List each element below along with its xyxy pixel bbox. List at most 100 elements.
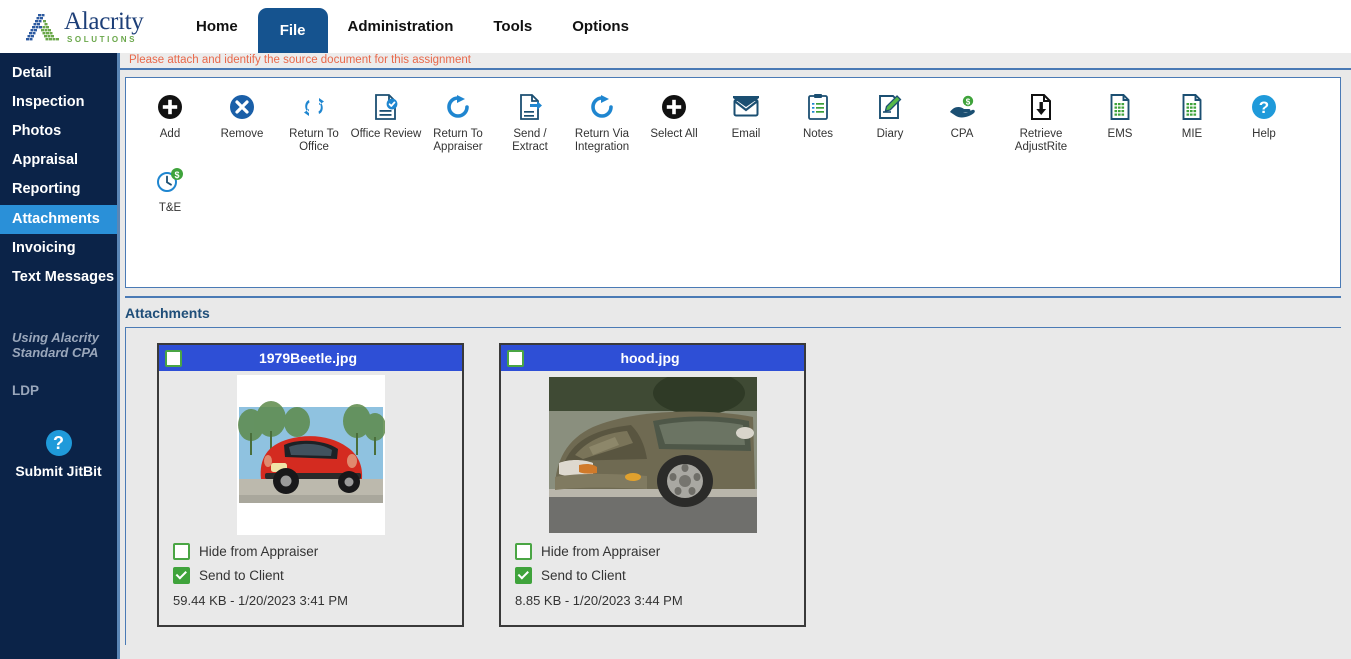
sidebar-item-text-messages[interactable]: Text Messages (0, 263, 117, 292)
toolbar-label: Email (731, 128, 761, 140)
toolbar-label: Remove (220, 128, 264, 140)
clipboard-notes-icon (806, 90, 830, 124)
nav-tab-administration[interactable]: Administration (328, 0, 474, 53)
sidebar-item-inspection[interactable]: Inspection (0, 88, 117, 117)
attachments-section-title: Attachments (125, 305, 210, 321)
toolbar-button-diary[interactable]: Diary (854, 90, 926, 141)
brand-logo[interactable]: Alacrity SOLUTIONS (0, 0, 160, 53)
toolbar-button-notes[interactable]: Notes (782, 90, 854, 141)
toolbar-label: Return To Appraiser (433, 128, 483, 154)
hide-from-appraiser-row[interactable]: Hide from Appraiser (173, 543, 462, 560)
envelope-icon (732, 90, 760, 124)
toolbar-button-select-all[interactable]: Select All (638, 90, 710, 141)
hide-from-appraiser-row[interactable]: Hide from Appraiser (515, 543, 804, 560)
sidebar: Detail Inspection Photos Appraisal Repor… (0, 53, 117, 659)
toolbar-button-retrieve-adjustrite[interactable]: Retrieve AdjustRite (998, 90, 1084, 154)
attachment-select-checkbox[interactable] (507, 349, 524, 367)
attachment-card[interactable]: hood.jpg Hide from Appraiser Send to Cli… (499, 343, 806, 627)
x-circle-blue-icon (229, 90, 255, 124)
nav-tab-file[interactable]: File (257, 8, 328, 53)
nav-tab-home[interactable]: Home (176, 0, 258, 53)
sidebar-item-appraisal[interactable]: Appraisal (0, 146, 117, 175)
sidebar-item-attachments[interactable]: Attachments (0, 204, 117, 234)
nav-tab-options[interactable]: Options (552, 0, 649, 53)
toolbar-label: Add (159, 128, 181, 140)
toolbar-label: Notes (802, 128, 834, 140)
send-to-client-row[interactable]: Send to Client (173, 567, 462, 584)
toolbar-row-primary: Add Remove Return To Office Office Revie… (126, 78, 1340, 154)
toolbar-label: T&E (158, 202, 182, 215)
toolbar-button-cpa[interactable]: $ CPA (926, 90, 998, 141)
toolbar-label: Return To Office (289, 128, 339, 154)
toolbar-button-remove[interactable]: Remove (206, 90, 278, 141)
svg-text:$: $ (174, 170, 179, 180)
toolbar-label: Select All (650, 128, 698, 140)
hide-from-appraiser-label: Hide from Appraiser (199, 544, 319, 559)
damaged-sedan-hood-photo-icon (548, 377, 757, 533)
toolbar-panel: Add Remove Return To Office Office Revie… (125, 77, 1341, 288)
toolbar-label: CPA (950, 128, 974, 140)
green-grid-document-icon (1109, 90, 1131, 124)
toolbar-button-mie[interactable]: MIE (1156, 90, 1228, 141)
alert-message: Please attach and identify the source do… (120, 53, 1351, 70)
submit-jitbit-link[interactable]: Submit JitBit (0, 463, 117, 479)
svg-text:?: ? (1259, 98, 1269, 117)
attachment-filename: 1979Beetle.jpg (258, 350, 358, 366)
toolbar-label: Help (1252, 128, 1276, 140)
toolbar-button-ems[interactable]: EMS (1084, 90, 1156, 141)
nav-tab-tools[interactable]: Tools (473, 0, 552, 53)
toolbar-button-return-to-appraiser[interactable]: Return To Appraiser (422, 90, 494, 154)
attachment-options: Hide from Appraiser Send to Client (159, 539, 462, 591)
toolbar-label: Send / Extract (512, 128, 548, 154)
attachment-select-checkbox[interactable] (165, 349, 182, 367)
sidebar-item-invoicing[interactable]: Invoicing (0, 234, 117, 263)
toolbar-button-send-extract[interactable]: Send / Extract (494, 90, 566, 154)
sidebar-ldp-label: LDP (12, 383, 39, 399)
toolbar-button-te[interactable]: $ T&E (134, 164, 206, 215)
toolbar-button-add[interactable]: Add (134, 90, 206, 141)
toolbar-label: Office Review (350, 128, 422, 140)
send-to-client-label: Send to Client (541, 568, 626, 583)
document-download-icon (1029, 90, 1053, 124)
toolbar-button-office-review[interactable]: Office Review (350, 90, 422, 141)
top-bar: Alacrity SOLUTIONS Home File Administrat… (0, 0, 1351, 53)
attachment-card-header: 1979Beetle.jpg (159, 345, 462, 371)
send-to-client-checkbox[interactable] (515, 567, 532, 584)
toolbar-label: Return Via Integration (574, 128, 630, 154)
send-to-client-label: Send to Client (199, 568, 284, 583)
hide-from-appraiser-checkbox[interactable] (515, 543, 532, 560)
document-export-icon (517, 90, 543, 124)
clock-dollar-icon: $ (155, 164, 185, 198)
attachment-thumbnail-area[interactable] (159, 371, 462, 539)
toolbar-button-return-to-office[interactable]: Return To Office (278, 90, 350, 154)
section-divider (125, 296, 1341, 298)
circular-arrow-icon (588, 90, 616, 124)
toolbar-label: Retrieve AdjustRite (1014, 128, 1068, 154)
toolbar-button-email[interactable]: Email (710, 90, 782, 141)
sidebar-cpa-note: Using Alacrity Standard CPA (12, 329, 99, 361)
attachment-meta: 8.85 KB - 1/20/2023 3:44 PM (515, 593, 683, 608)
sidebar-item-detail[interactable]: Detail (0, 59, 117, 88)
alacrity-a-mosaic-logo-icon (26, 13, 59, 40)
question-circle-icon: ? (1251, 90, 1277, 124)
green-grid-document-icon (1181, 90, 1203, 124)
brand-tagline: SOLUTIONS (67, 35, 138, 44)
plus-circle-black-icon (157, 90, 183, 124)
toolbar-button-return-via-integration[interactable]: Return Via Integration (566, 90, 638, 154)
brand-name: Alacrity (64, 8, 144, 35)
hide-from-appraiser-checkbox[interactable] (173, 543, 190, 560)
attachment-filename: hood.jpg (620, 350, 680, 366)
attachment-card[interactable]: 1979Beetle.jpg Hide from Appraiser Send … (157, 343, 464, 627)
toolbar-button-help[interactable]: ? Help (1228, 90, 1300, 141)
toolbar-label: EMS (1107, 128, 1133, 140)
sidebar-item-reporting[interactable]: Reporting (0, 175, 117, 204)
send-to-client-checkbox[interactable] (173, 567, 190, 584)
send-to-client-row[interactable]: Send to Client (515, 567, 804, 584)
attachment-thumbnail-area[interactable] (501, 371, 804, 539)
plus-circle-black-icon (661, 90, 687, 124)
attachments-panel: 1979Beetle.jpg Hide from Appraiser Send … (125, 327, 1341, 645)
hide-from-appraiser-label: Hide from Appraiser (541, 544, 661, 559)
sidebar-item-photos[interactable]: Photos (0, 117, 117, 146)
sidebar-help-block: ? Submit JitBit (0, 430, 117, 479)
question-mark-icon[interactable]: ? (45, 430, 72, 457)
